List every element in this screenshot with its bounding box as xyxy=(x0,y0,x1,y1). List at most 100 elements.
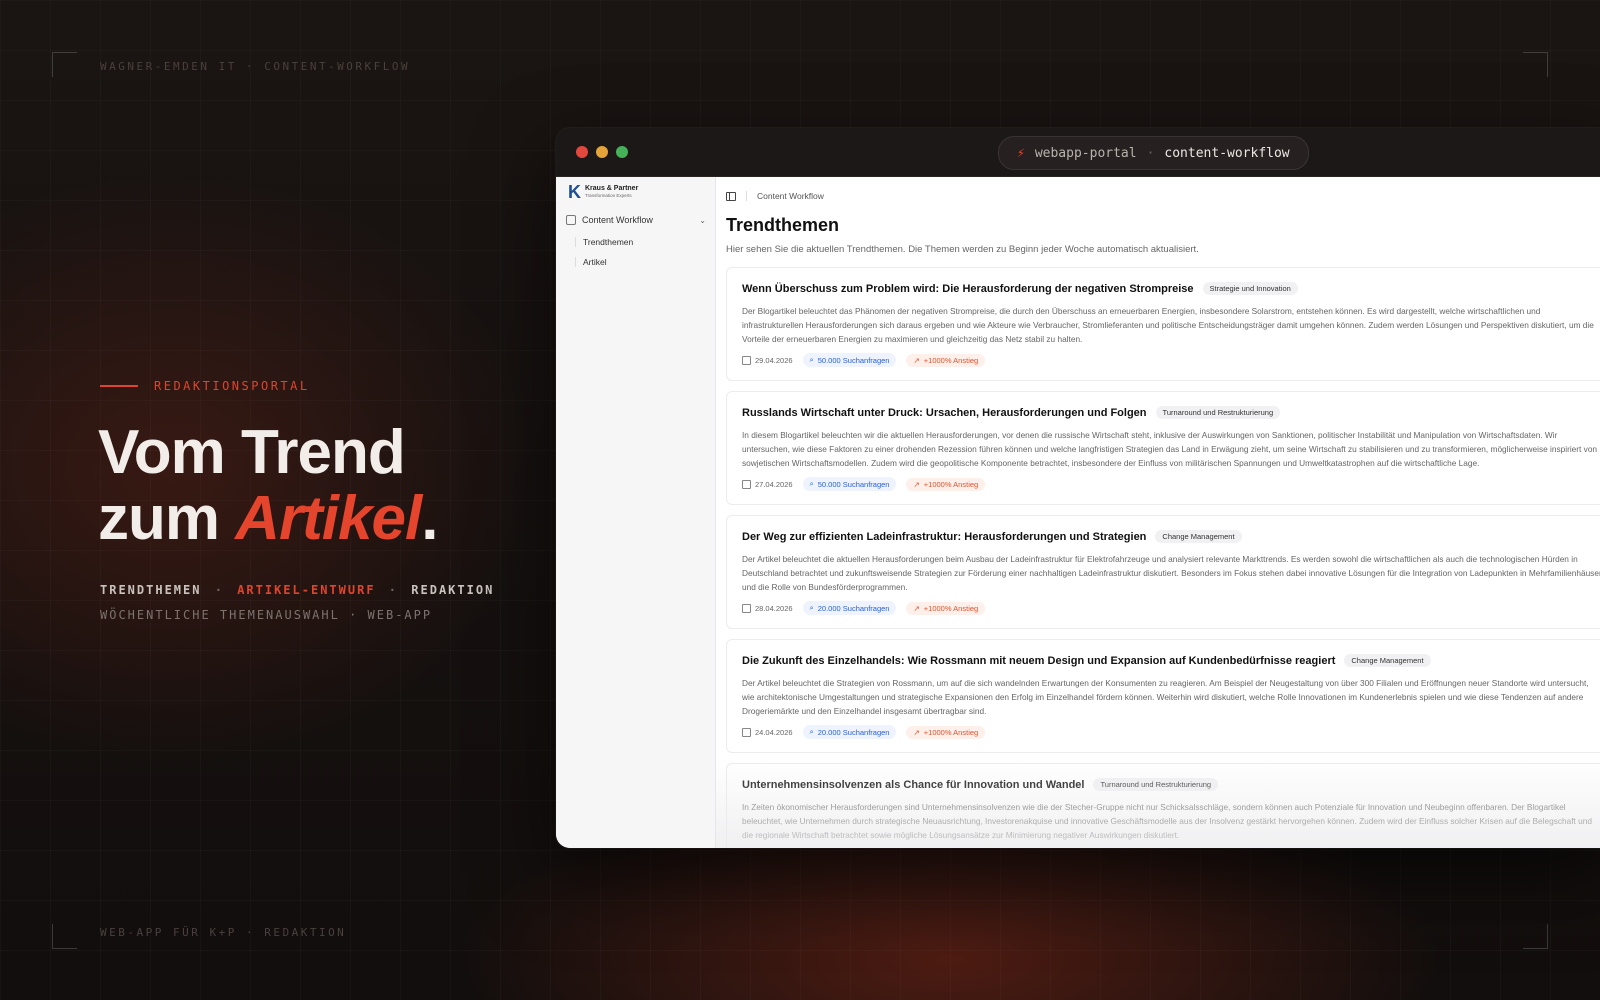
app-viewport: K Kraus & Partner Transformation Experts… xyxy=(556,177,1600,848)
search-volume-badge: ⌕ 20.000 Suchanfragen xyxy=(802,601,897,615)
browser-window: ⚡ webapp-portal · content-workflow K Kra… xyxy=(556,128,1600,848)
bolt-icon: ⚡ xyxy=(1017,145,1025,161)
top-tagline: WAGNER-EMDEN IT · CONTENT-WORKFLOW xyxy=(100,60,411,73)
url-path: content-workflow xyxy=(1164,145,1290,161)
sidebar-toggle-icon[interactable] xyxy=(726,191,736,201)
eyebrow-line xyxy=(100,385,138,387)
calendar-icon xyxy=(742,727,751,737)
feature-separator: · xyxy=(388,583,399,597)
sidebar-item-artikel[interactable]: Artikel xyxy=(575,257,607,267)
page-title: Trendthemen xyxy=(726,215,840,235)
eyebrow-label: REDAKTIONSPORTAL xyxy=(154,379,310,393)
topic-card[interactable]: Unternehmensinsolvenzen als Chance für I… xyxy=(726,763,1600,848)
search-icon: ⌕ xyxy=(809,603,814,612)
category-badge: Turnaround und Restrukturierung xyxy=(1093,778,1219,791)
growth-value: +1000% Anstieg xyxy=(923,727,979,737)
topic-meta: 29.04.2026 ⌕ 50.000 Suchanfragen ↗ +1000% … xyxy=(742,353,986,367)
main-content: Content Workflow Trendthemen Hier sehen … xyxy=(716,177,1600,848)
sidebar: K Kraus & Partner Transformation Experts… xyxy=(556,177,716,848)
growth-value: +1000% Anstieg xyxy=(923,603,979,613)
category-badge: Turnaround und Restrukturierung xyxy=(1155,406,1281,419)
category-badge: Strategie und Innovation xyxy=(1202,282,1298,295)
topic-card[interactable]: Russlands Wirtschaft unter Druck: Ursach… xyxy=(726,391,1600,505)
growth-value: +1000% Anstieg xyxy=(923,355,979,365)
breadcrumb-current: Content Workflow xyxy=(757,191,824,201)
topic-meta: 27.04.2026 ⌕ 50.000 Suchanfragen ↗ +1000% … xyxy=(742,477,986,491)
feature-separator: · xyxy=(214,583,224,597)
sidebar-group-content-workflow[interactable]: Content Workflow ⌄ xyxy=(566,215,706,225)
feature-subline: WÖCHENTLICHE THEMENAUSWAHL · WEB-APP xyxy=(100,608,433,622)
category-badge: Change Management xyxy=(1344,654,1431,667)
url-host: webapp-portal xyxy=(1034,145,1137,161)
topic-title: Unternehmensinsolvenzen als Chance für I… xyxy=(742,778,1085,791)
corner-mark-top-right xyxy=(1523,52,1548,77)
calendar-icon xyxy=(742,355,751,365)
window-titlebar: ⚡ webapp-portal · content-workflow xyxy=(556,128,1600,177)
trending-up-icon: ↗ xyxy=(913,603,920,613)
topic-title: Russlands Wirtschaft unter Druck: Ursach… xyxy=(742,406,1147,419)
feature-trendthemen: TRENDTHEMEN xyxy=(100,583,202,597)
workflow-icon xyxy=(566,215,576,225)
company-logo[interactable]: K Kraus & Partner Transformation Experts xyxy=(568,183,638,201)
topic-card[interactable]: Die Zukunft des Einzelhandels: Wie Rossm… xyxy=(726,639,1600,753)
headline-accent-word: Artikel xyxy=(235,484,422,553)
search-volume-value: 50.000 Suchanfragen xyxy=(817,355,890,365)
logo-subtitle: Transformation Experts xyxy=(585,193,632,198)
corner-mark-bottom-right xyxy=(1523,924,1548,949)
close-window-button[interactable] xyxy=(576,146,588,158)
feature-redaktion: REDAKTION xyxy=(411,583,495,597)
topic-card[interactable]: Der Weg zur effizienten Ladeinfrastruktu… xyxy=(726,515,1600,629)
topic-date-value: 29.04.2026 xyxy=(755,355,793,365)
calendar-icon xyxy=(742,479,751,489)
maximize-window-button[interactable] xyxy=(616,146,628,158)
trending-up-icon: ↗ xyxy=(913,355,920,365)
topic-date-value: 28.04.2026 xyxy=(755,603,793,613)
topic-date: 28.04.2026 xyxy=(742,603,793,613)
topic-title: Der Weg zur effizienten Ladeinfrastruktu… xyxy=(742,530,1147,543)
logo-mark: K xyxy=(568,182,581,202)
search-volume-badge: ⌕ 20.000 Suchanfragen xyxy=(802,725,897,739)
search-icon: ⌕ xyxy=(809,727,814,736)
calendar-icon xyxy=(742,603,751,613)
growth-value: +1000% Anstieg xyxy=(923,479,979,489)
sidebar-item-trendthemen[interactable]: Trendthemen xyxy=(575,237,633,247)
trending-up-icon: ↗ xyxy=(913,479,920,489)
headline-line-1: Vom Trend xyxy=(98,418,406,487)
search-volume-badge: ⌕ 50.000 Suchanfragen xyxy=(802,353,897,367)
search-icon: ⌕ xyxy=(809,355,814,364)
feature-line: TRENDTHEMEN · ARTIKEL-ENTWURF · REDAKTIO… xyxy=(100,583,494,597)
page-description: Hier sehen Sie die aktuellen Trendthemen… xyxy=(726,244,1199,255)
breadcrumb: Content Workflow xyxy=(726,191,824,201)
topic-date-value: 24.04.2026 xyxy=(755,727,793,737)
eyebrow: REDAKTIONSPORTAL xyxy=(100,379,310,393)
corner-mark-top-left xyxy=(52,52,77,77)
topic-date: 24.04.2026 xyxy=(742,727,793,737)
topic-title: Die Zukunft des Einzelhandels: Wie Rossm… xyxy=(742,654,1336,667)
logo-name: Kraus & Partner xyxy=(585,185,639,192)
address-bar[interactable]: ⚡ webapp-portal · content-workflow xyxy=(998,136,1309,170)
growth-badge: ↗ +1000% Anstieg xyxy=(906,353,986,367)
topic-summary: In Zeiten ökonomischer Herausforderungen… xyxy=(742,802,1592,840)
search-volume-value: 20.000 Suchanfragen xyxy=(817,727,890,737)
search-volume-badge: ⌕ 50.000 Suchanfragen xyxy=(802,477,897,491)
topic-summary: Der Blogartikel beleuchtet das Phänomen … xyxy=(742,306,1594,344)
topic-summary: Der Artikel beleuchtet die Strategien vo… xyxy=(742,678,1589,716)
breadcrumb-divider xyxy=(746,191,747,201)
hero-headline: Vom Trend zum Artikel. xyxy=(98,418,438,553)
headline-period: . xyxy=(421,484,438,553)
category-badge: Change Management xyxy=(1155,530,1242,543)
topic-card[interactable]: Wenn Überschuss zum Problem wird: Die He… xyxy=(726,267,1600,381)
topic-summary: Der Artikel beleuchtet die aktuellen Her… xyxy=(742,554,1600,592)
topic-date-value: 27.04.2026 xyxy=(755,479,793,489)
growth-badge: ↗ +1000% Anstieg xyxy=(906,601,986,615)
topic-title: Wenn Überschuss zum Problem wird: Die He… xyxy=(742,282,1194,295)
search-volume-value: 20.000 Suchanfragen xyxy=(817,603,890,613)
growth-badge: ↗ +1000% Anstieg xyxy=(906,477,986,491)
trending-up-icon: ↗ xyxy=(913,727,920,737)
headline-line-2-prefix: zum xyxy=(98,484,236,553)
topic-date: 29.04.2026 xyxy=(742,355,793,365)
search-volume-value: 50.000 Suchanfragen xyxy=(817,479,890,489)
topic-meta: 28.04.2026 ⌕ 20.000 Suchanfragen ↗ +1000% … xyxy=(742,601,986,615)
corner-mark-bottom-left xyxy=(52,924,77,949)
minimize-window-button[interactable] xyxy=(596,146,608,158)
